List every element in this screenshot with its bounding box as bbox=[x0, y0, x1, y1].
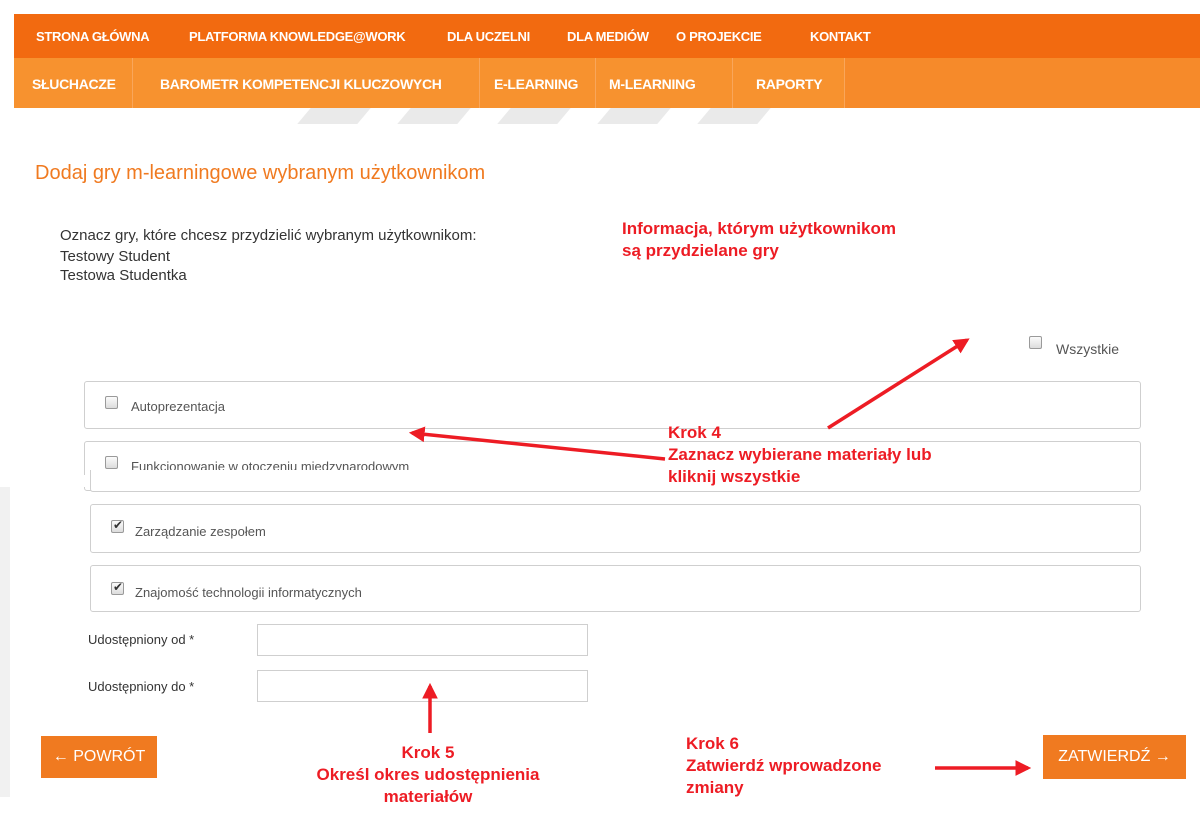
select-all-label: Wszystkie bbox=[1056, 341, 1119, 357]
game-label: Znajomość technologii informatycznych bbox=[135, 585, 362, 600]
annotation-line: materiałów bbox=[383, 787, 473, 806]
select-all-checkbox[interactable] bbox=[1029, 336, 1042, 349]
nav-platform[interactable]: PLATFORMA KNOWLEDGE@WORK bbox=[189, 29, 406, 44]
back-button[interactable]: ← POWRÓT bbox=[41, 736, 157, 778]
user-name: Testowa Studentka bbox=[60, 267, 187, 284]
game-item-autoprezentacja[interactable]: Autoprezentacja bbox=[84, 381, 1141, 429]
nav-reports[interactable]: RAPORTY bbox=[756, 76, 823, 92]
available-to-label: Udostępniony do * bbox=[88, 679, 195, 694]
page-title: Dodaj gry m-learningowe wybranym użytkow… bbox=[35, 162, 486, 184]
game-checkbox[interactable] bbox=[111, 518, 124, 533]
sub-nav-divider bbox=[479, 58, 480, 108]
nav-universities[interactable]: DLA UCZELNI bbox=[447, 29, 530, 44]
annotation-line: kliknij wszystkie bbox=[668, 467, 801, 486]
game-label: Zarządzanie zespołem bbox=[135, 524, 266, 539]
annotation-line: Krok 4 bbox=[668, 423, 721, 442]
selected-users-list: Testowy Student Testowa Studentka bbox=[60, 247, 187, 285]
intro-text: Oznacz gry, które chcesz przydzielić wyb… bbox=[60, 227, 477, 244]
nav-media[interactable]: DLA MEDIÓW bbox=[567, 29, 649, 44]
sub-nav-divider bbox=[844, 58, 845, 108]
annotation-line: Zaznacz wybierane materiały lub bbox=[668, 445, 932, 464]
available-from-input[interactable] bbox=[257, 624, 588, 656]
annotation-step4: Krok 4 Zaznacz wybierane materiały lub k… bbox=[668, 422, 932, 488]
nav-mlearning[interactable]: M-LEARNING bbox=[609, 76, 696, 92]
sub-nav-divider bbox=[595, 58, 596, 108]
sub-nav-divider bbox=[132, 58, 133, 108]
annotation-line: Określ okres udostępnienia bbox=[316, 765, 540, 784]
game-checkbox[interactable] bbox=[105, 456, 118, 469]
annotation-info: Informacja, którym użytkownikom są przyd… bbox=[622, 218, 896, 262]
nav-home[interactable]: STRONA GŁÓWNA bbox=[36, 29, 150, 44]
nav-students[interactable]: SŁUCHACZE bbox=[32, 76, 116, 92]
annotation-line: są przydzielane gry bbox=[622, 241, 779, 260]
available-to-input[interactable] bbox=[257, 670, 588, 702]
game-item-it-knowledge[interactable]: Znajomość technologii informatycznych bbox=[90, 565, 1141, 612]
annotation-line: Krok 6 bbox=[686, 734, 739, 753]
annotation-line: zmiany bbox=[686, 778, 744, 797]
submit-button[interactable]: ZATWIERDŹ → bbox=[1043, 735, 1186, 779]
nav-elearning[interactable]: E-LEARNING bbox=[494, 76, 578, 92]
nav-about[interactable]: O PROJEKCIE bbox=[676, 29, 762, 44]
game-checkbox[interactable] bbox=[105, 396, 118, 409]
game-label: Autoprezentacja bbox=[131, 399, 225, 414]
annotation-step6: Krok 6 Zatwierdź wprowadzone zmiany bbox=[686, 733, 882, 799]
available-from-label: Udostępniony od * bbox=[88, 632, 195, 647]
annotation-line: Krok 5 bbox=[401, 743, 455, 762]
annotation-line: Zatwierdź wprowadzone bbox=[686, 756, 882, 775]
main-nav: STRONA GŁÓWNA PLATFORMA KNOWLEDGE@WORK D… bbox=[14, 14, 1200, 58]
game-item-international-bottom bbox=[90, 470, 1141, 492]
sub-nav-divider bbox=[732, 58, 733, 108]
annotation-line: Informacja, którym użytkownikom bbox=[622, 219, 896, 238]
game-checkbox[interactable] bbox=[111, 580, 124, 595]
sub-nav: SŁUCHACZE BAROMETR KOMPETENCJI KLUCZOWYC… bbox=[14, 58, 1200, 108]
game-item-team-management[interactable]: Zarządzanie zespołem bbox=[90, 504, 1141, 553]
user-name: Testowy Student bbox=[60, 248, 171, 265]
screenshot-edge bbox=[0, 487, 10, 797]
decorative-stripes bbox=[14, 108, 1200, 124]
annotation-step5: Krok 5 Określ okres udostępnienia materi… bbox=[300, 742, 556, 808]
nav-barometer[interactable]: BAROMETR KOMPETENCJI KLUCZOWYCH bbox=[160, 76, 442, 92]
nav-contact[interactable]: KONTAKT bbox=[810, 29, 871, 44]
